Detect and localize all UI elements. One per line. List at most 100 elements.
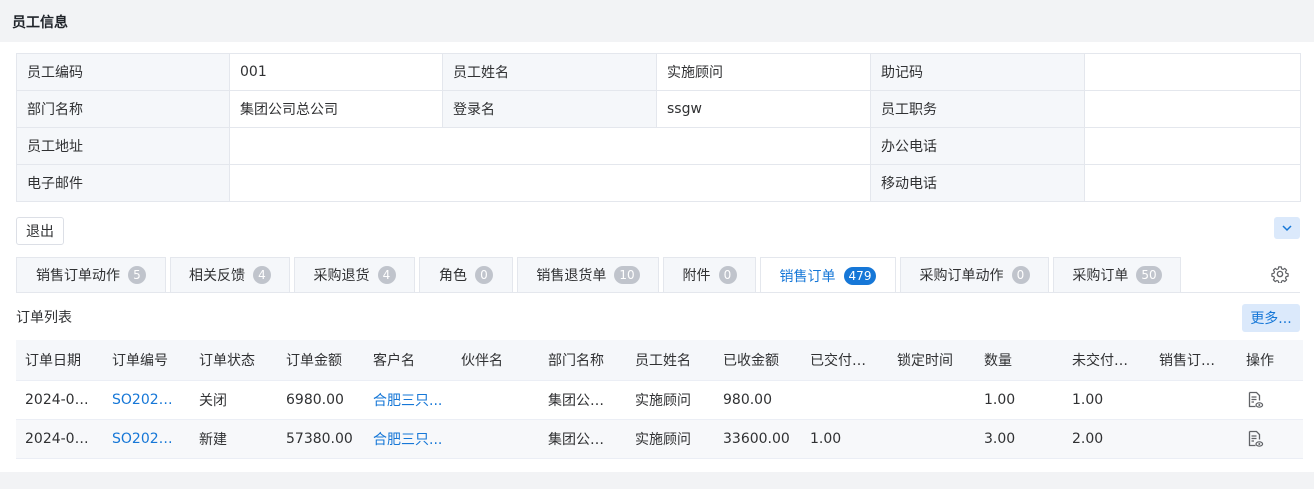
gear-icon[interactable]	[1271, 265, 1289, 283]
office-phone-label: 办公电话	[870, 127, 1085, 165]
column-header[interactable]: 员工姓名	[626, 340, 714, 381]
tab-count-badge: 50	[1136, 266, 1162, 284]
lock-time-cell	[888, 380, 975, 420]
table-row[interactable]: 2024-01... SO2024010 关闭 6980.00 合肥三只... …	[16, 380, 1303, 420]
department-value: 集团公司总公司	[229, 90, 443, 128]
table-row[interactable]: 2024-01... SO2024011 新建 57380.00 合肥三只...…	[16, 419, 1303, 459]
department-label: 部门名称	[16, 90, 230, 128]
column-header[interactable]: 订单金额	[277, 340, 364, 381]
lock-time-cell	[888, 419, 975, 459]
column-header[interactable]: 伙伴名	[452, 340, 539, 381]
tab-count-badge: 4	[377, 266, 396, 284]
mobile-phone-value	[1084, 164, 1301, 202]
sales-order-extra-cell	[1150, 380, 1237, 420]
collapse-toggle-button[interactable]	[1274, 217, 1300, 239]
column-header[interactable]: 未交付数量	[1063, 340, 1150, 381]
page-title: 员工信息	[12, 15, 68, 31]
tab-purchase-order-actions[interactable]: 采购订单动作 0	[900, 257, 1049, 292]
tab-label: 销售订单动作	[36, 268, 120, 284]
tab-count-badge: 0	[475, 266, 493, 284]
column-header[interactable]: 订单日期	[16, 340, 103, 381]
order-number-link[interactable]: SO2024011	[103, 419, 190, 459]
tab-count-badge: 4	[253, 266, 271, 284]
mnemonic-value	[1084, 53, 1301, 91]
sales-order-extra-cell	[1150, 419, 1237, 459]
order-date-cell: 2024-01...	[16, 419, 103, 459]
undelivered-qty-cell: 1.00	[1063, 380, 1150, 420]
info-row: 部门名称 集团公司总公司 登录名 ssgw 员工职务	[16, 90, 1301, 128]
tab-label: 采购订单	[1072, 268, 1129, 284]
office-phone-value	[1084, 127, 1301, 165]
login-name-label: 登录名	[442, 90, 657, 128]
customer-name-link[interactable]: 合肥三只...	[364, 419, 452, 459]
delivered-qty-cell	[801, 380, 888, 420]
column-header[interactable]: 客户名	[364, 340, 452, 381]
tab-label: 角色	[439, 268, 467, 284]
table-header-row: 订单日期 订单编号 订单状态 订单金额 客户名 伙伴名 部门名称 员工姓名 已收…	[16, 340, 1303, 381]
tab-label: 采购订单动作	[919, 268, 1004, 284]
info-row: 电子邮件 移动电话	[16, 164, 1301, 202]
undelivered-qty-cell: 2.00	[1063, 419, 1150, 459]
tab-count-badge: 10	[614, 266, 640, 284]
employee-panel: 员工编码 001 员工姓名 实施顾问 助记码 部门名称 集团公司总公司 登录名 …	[0, 42, 1314, 472]
customer-name-link[interactable]: 合肥三只...	[364, 380, 452, 420]
employee-name-value: 实施顾问	[656, 53, 871, 91]
info-row: 员工编码 001 员工姓名 实施顾问 助记码	[16, 53, 1301, 91]
column-header[interactable]: 订单状态	[190, 340, 277, 381]
tab-label: 采购退货	[313, 268, 370, 284]
column-header[interactable]: 数量	[975, 340, 1063, 381]
more-button[interactable]: 更多...	[1242, 304, 1300, 332]
detail-tabs: 销售订单动作 5 相关反馈 4 采购退货 4 角色 0 销售退货单 10 附件 …	[16, 257, 1266, 293]
column-header[interactable]: 已收金额	[714, 340, 801, 381]
tab-count-badge: 0	[1011, 266, 1030, 284]
employee-code-label: 员工编码	[16, 53, 230, 91]
tab-label: 销售退货单	[536, 268, 607, 284]
received-amount-cell: 33600.00	[714, 419, 801, 459]
received-amount-cell: 980.00	[714, 380, 801, 420]
tab-count-badge: 0	[718, 266, 737, 284]
tab-sales-returns[interactable]: 销售退货单 10	[517, 257, 659, 292]
mnemonic-label: 助记码	[870, 53, 1085, 91]
document-view-icon[interactable]	[1246, 391, 1264, 409]
partner-name-cell	[452, 419, 539, 459]
orders-table: 订单日期 订单编号 订单状态 订单金额 客户名 伙伴名 部门名称 员工姓名 已收…	[16, 340, 1303, 459]
email-value	[229, 164, 871, 202]
address-value	[229, 127, 871, 165]
partner-name-cell	[452, 380, 539, 420]
tab-attachments[interactable]: 附件 0	[663, 257, 756, 292]
operation-cell	[1237, 380, 1303, 420]
tab-label: 销售订单	[779, 268, 836, 285]
tabs-divider	[16, 292, 1300, 293]
tab-label: 相关反馈	[189, 268, 245, 284]
tab-purchase-returns[interactable]: 采购退货 4	[294, 257, 415, 292]
tab-count-badge: 5	[128, 266, 146, 284]
order-amount-cell: 6980.00	[277, 380, 364, 420]
quantity-cell: 3.00	[975, 419, 1063, 459]
chevron-down-icon	[1282, 225, 1292, 232]
tab-roles[interactable]: 角色 0	[419, 257, 513, 292]
order-date-cell: 2024-01...	[16, 380, 103, 420]
department-cell: 集团公司...	[539, 380, 626, 420]
operation-cell	[1237, 419, 1303, 459]
info-row: 员工地址 办公电话	[16, 127, 1301, 165]
document-view-icon[interactable]	[1246, 430, 1264, 448]
order-status-cell: 关闭	[190, 380, 277, 420]
exit-button[interactable]: 退出	[16, 217, 64, 245]
email-label: 电子邮件	[16, 164, 230, 202]
column-header: 操作	[1237, 340, 1303, 381]
column-header[interactable]: 已交付数量	[801, 340, 888, 381]
order-amount-cell: 57380.00	[277, 419, 364, 459]
login-name-value: ssgw	[656, 90, 871, 128]
order-number-link[interactable]: SO2024010	[103, 380, 190, 420]
tab-sales-orders[interactable]: 销售订单 479	[760, 257, 896, 293]
column-header[interactable]: 销售订单...	[1150, 340, 1237, 381]
tab-purchase-orders[interactable]: 采购订单 50	[1053, 257, 1181, 292]
tab-sales-order-actions[interactable]: 销售订单动作 5	[16, 257, 166, 292]
employee-name-cell: 实施顾问	[626, 380, 714, 420]
column-header[interactable]: 部门名称	[539, 340, 626, 381]
column-header[interactable]: 订单编号	[103, 340, 190, 381]
column-header[interactable]: 锁定时间	[888, 340, 975, 381]
job-title-label: 员工职务	[870, 90, 1085, 128]
mobile-phone-label: 移动电话	[870, 164, 1085, 202]
tab-related-feedback[interactable]: 相关反馈 4	[170, 257, 290, 292]
